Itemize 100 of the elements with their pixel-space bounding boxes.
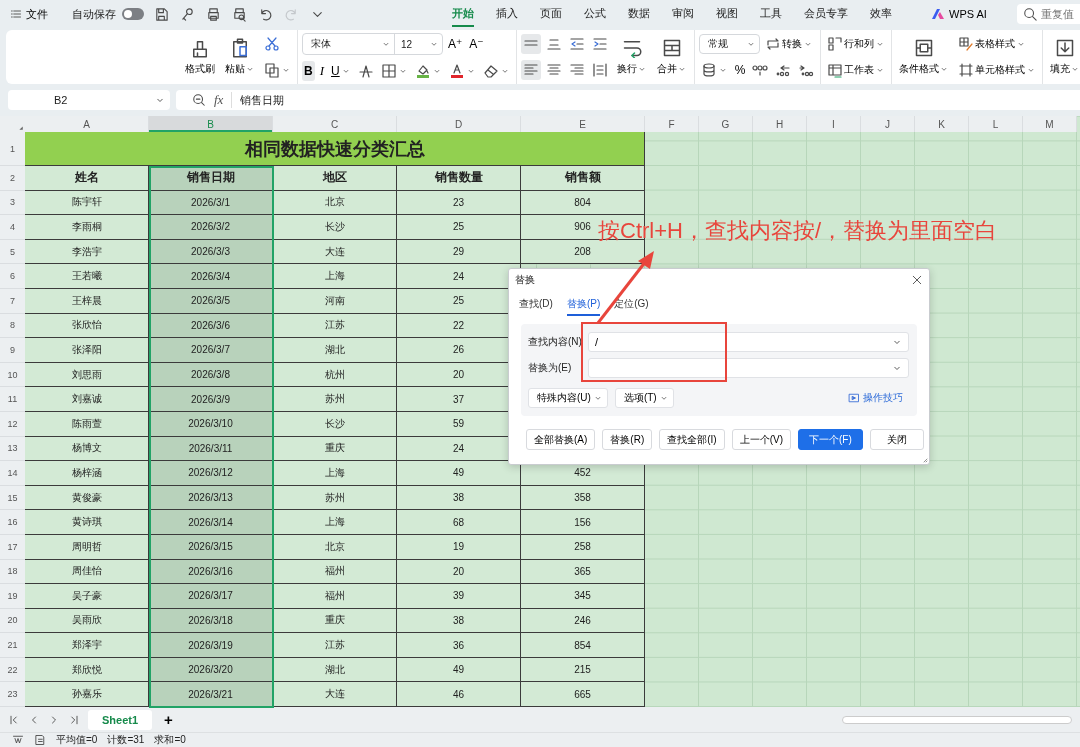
row-header[interactable]: 16 <box>0 510 25 535</box>
dropdown-button[interactable]: 特殊内容(U) <box>528 388 608 408</box>
format-button[interactable]: B <box>302 61 315 81</box>
sheet-nav[interactable] <box>68 713 80 726</box>
ribbon-tab[interactable]: 数据 <box>628 1 650 27</box>
row-header[interactable]: 22 <box>0 657 25 683</box>
dialog-button[interactable]: 替换(R) <box>602 429 653 450</box>
toolbar-button[interactable]: 行和列 <box>825 34 888 54</box>
toolbar-button[interactable]: 单元格样式 <box>956 60 1039 80</box>
row-header[interactable]: 5 <box>0 239 25 265</box>
font-size-select[interactable]: 12 <box>395 38 442 50</box>
ribbon-tab[interactable]: 开始 <box>452 1 474 27</box>
ribbon-tab[interactable]: 效率 <box>870 1 892 27</box>
format-button[interactable]: A⁻ <box>467 34 486 54</box>
toolbar-button[interactable]: 格式刷 <box>182 36 218 78</box>
row-header[interactable]: 4 <box>0 215 25 240</box>
toolbar-button[interactable]: 表格样式 <box>956 34 1029 54</box>
ribbon-tab[interactable]: 公式 <box>584 1 606 27</box>
close-button[interactable] <box>911 274 923 286</box>
row-header[interactable]: 14 <box>0 461 25 486</box>
ribbon-tab[interactable]: 工具 <box>760 1 782 27</box>
file-menu[interactable]: 文件 <box>6 6 52 22</box>
row-header[interactable]: 20 <box>0 608 25 634</box>
toolbar-button[interactable] <box>206 6 221 22</box>
name-box[interactable]: B2 <box>8 90 170 110</box>
dialog-button[interactable]: 关闭 <box>869 429 924 450</box>
dialog-tab[interactable]: 替换(P) <box>566 297 601 316</box>
toolbar-button[interactable]: 转换 <box>762 34 815 54</box>
borders-icon <box>380 63 397 79</box>
number-format-select[interactable]: 常规 <box>698 34 760 54</box>
toolbar-button[interactable] <box>258 6 273 22</box>
column-header[interactable]: L <box>969 116 1023 132</box>
tips-link[interactable]: 操作技巧 <box>842 390 909 406</box>
toolbar-button[interactable]: 合并 <box>653 36 690 78</box>
format-button[interactable]: A⁺ <box>446 34 465 54</box>
row-header[interactable]: 11 <box>0 387 25 412</box>
dialog-tab[interactable]: 查找(D) <box>519 297 553 316</box>
toolbar-button[interactable]: 填充 <box>1047 36 1080 78</box>
column-header[interactable]: I <box>807 116 861 132</box>
column-header[interactable]: J <box>861 116 915 132</box>
ribbon-tab[interactable]: 审阅 <box>672 1 694 27</box>
table-cell: 2026/3/12 <box>149 461 273 486</box>
column-header[interactable]: K <box>915 116 969 132</box>
ribbon-tab[interactable]: 会员专享 <box>804 1 848 27</box>
column-header[interactable]: H <box>753 116 807 132</box>
dialog-button[interactable]: 全部替换(A) <box>526 429 596 450</box>
input-field[interactable]: / <box>588 332 909 352</box>
convert-icon <box>764 36 781 52</box>
column-header[interactable]: C <box>273 116 397 132</box>
toolbar-button[interactable] <box>232 6 247 22</box>
dialog-button[interactable]: 查找全部(I) <box>659 429 725 450</box>
format-button[interactable]: I <box>317 61 326 81</box>
formula-bar[interactable]: fx 销售日期 <box>176 90 1080 110</box>
row-header[interactable]: 10 <box>0 362 25 388</box>
row-header[interactable]: 23 <box>0 682 25 708</box>
toolbar-button[interactable]: 工作表 <box>825 60 888 80</box>
sheet-nav[interactable] <box>8 713 20 726</box>
row-header[interactable]: 3 <box>0 190 25 216</box>
table-cell: 郑泽宇 <box>25 633 149 658</box>
row-header[interactable]: 9 <box>0 338 25 363</box>
row-header[interactable]: 18 <box>0 559 25 585</box>
sheet-tab[interactable]: Sheet1 <box>88 709 153 730</box>
column-header[interactable]: M <box>1023 116 1077 132</box>
column-header[interactable]: E <box>521 116 645 132</box>
search-field[interactable]: 重复值 <box>1016 4 1080 24</box>
scrollbar[interactable] <box>842 715 1072 724</box>
row-header[interactable]: 6 <box>0 264 25 289</box>
row-header[interactable]: 12 <box>0 411 25 437</box>
row-header[interactable]: 8 <box>0 313 25 339</box>
row-header[interactable]: 19 <box>0 584 25 609</box>
input-field[interactable] <box>588 358 909 378</box>
ribbon-tab[interactable]: 视图 <box>716 1 738 27</box>
toolbar-button[interactable]: 条件格式 <box>896 36 953 78</box>
column-header[interactable]: F <box>645 116 699 132</box>
ribbon-tab[interactable]: 页面 <box>540 1 562 27</box>
column-header[interactable]: G <box>699 116 753 132</box>
row-header[interactable]: 13 <box>0 436 25 462</box>
ribbon-tab[interactable]: 插入 <box>496 1 518 27</box>
row-header[interactable]: 17 <box>0 534 25 560</box>
toolbar-button[interactable] <box>180 6 195 22</box>
row-header[interactable]: 15 <box>0 485 25 511</box>
row-header[interactable]: 2 <box>0 166 25 191</box>
table-cell: 福州 <box>273 559 397 585</box>
toolbar-button[interactable]: 粘贴 <box>222 36 258 78</box>
row-header[interactable]: 7 <box>0 288 25 314</box>
autosave-toggle[interactable] <box>122 8 144 20</box>
toolbar-button[interactable]: 换行 <box>613 36 650 78</box>
add-sheet-button[interactable]: + <box>160 711 177 729</box>
ai-button[interactable]: WPS AI <box>925 7 993 21</box>
format-button[interactable]: % <box>732 60 748 80</box>
font-family-select[interactable]: 宋体 <box>303 34 395 54</box>
row-header[interactable]: 1 <box>0 132 25 166</box>
dialog-button[interactable]: 上一个(V) <box>731 429 792 450</box>
dialog-button[interactable]: 下一个(F) <box>798 429 863 450</box>
format-button[interactable]: U <box>329 61 353 81</box>
toolbar-button[interactable] <box>154 6 169 22</box>
column-header[interactable]: D <box>397 116 521 132</box>
column-header[interactable]: A <box>25 116 149 132</box>
dropdown-button[interactable]: 选项(T) <box>614 388 674 408</box>
row-header[interactable]: 21 <box>0 633 25 658</box>
